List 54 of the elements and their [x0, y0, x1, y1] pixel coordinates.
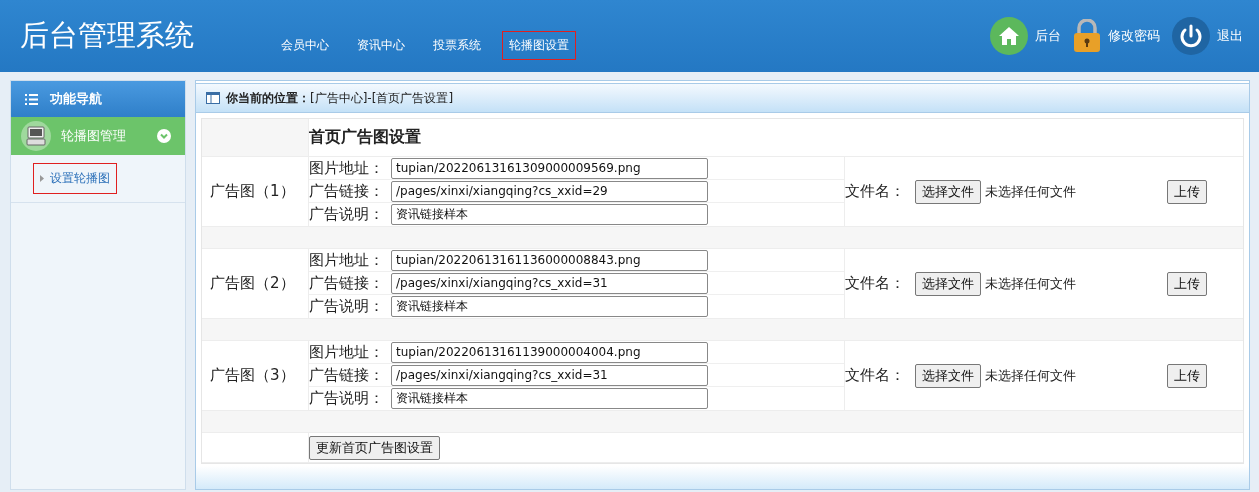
- ad-label: 广告图（3）: [209, 366, 295, 385]
- file-label: 文件名：: [845, 274, 905, 293]
- window-icon: [206, 92, 220, 104]
- text-field[interactable]: 资讯链接样本: [391, 388, 708, 409]
- upload-button[interactable]: 上传: [1167, 363, 1207, 388]
- file-status: 未选择任何文件: [985, 182, 1076, 201]
- text-field[interactable]: tupian/20220613161136000008843.png: [391, 249, 708, 271]
- field-label: 广告说明：: [309, 297, 385, 316]
- field-label: 图片地址：: [309, 250, 385, 270]
- power-icon[interactable]: [1172, 17, 1210, 55]
- header-link[interactable]: 修改密码: [1108, 27, 1160, 45]
- upload-button[interactable]: 上传: [1167, 271, 1207, 296]
- choose-file-button[interactable]: 选择文件: [915, 363, 981, 388]
- field-label: 图片地址：: [309, 158, 385, 178]
- header-link[interactable]: 退出: [1217, 27, 1243, 45]
- text-field[interactable]: /pages/xinxi/xiangqing?cs_xxid=31: [391, 364, 708, 386]
- file-status: 未选择任何文件: [985, 366, 1076, 385]
- site-title: 后台管理系统: [20, 17, 194, 54]
- computer-icon: [21, 121, 51, 151]
- text-field[interactable]: /pages/xinxi/xiangqing?cs_xxid=31: [391, 272, 708, 294]
- file-label: 文件名：: [845, 366, 905, 385]
- file-status: 未选择任何文件: [985, 274, 1076, 293]
- file-label: 文件名：: [845, 182, 905, 201]
- lock-icon[interactable]: [1073, 19, 1101, 53]
- ad-label: 广告图（2）: [209, 274, 295, 293]
- text-field[interactable]: tupian/20220613161139000004004.png: [391, 341, 708, 363]
- field-label: 图片地址：: [309, 342, 385, 362]
- field-label: 广告链接：: [309, 365, 385, 385]
- choose-file-button[interactable]: 选择文件: [915, 179, 981, 204]
- chevron-icon: [157, 129, 171, 143]
- breadcrumb-text: 你当前的位置：[广告中心]-[首页广告设置]: [226, 89, 454, 107]
- field-label: 广告链接：: [309, 273, 385, 293]
- caret-icon: [40, 175, 44, 182]
- text-field[interactable]: tupian/20220613161309000009569.png: [391, 157, 708, 179]
- home-icon[interactable]: [990, 17, 1028, 55]
- ad-label: 广告图（1）: [209, 182, 295, 201]
- upload-button[interactable]: 上传: [1167, 179, 1207, 204]
- field-label: 广告链接：: [309, 181, 385, 201]
- field-label: 广告说明：: [309, 205, 385, 224]
- text-field[interactable]: /pages/xinxi/xiangqing?cs_xxid=29: [391, 180, 708, 202]
- list-icon: [25, 93, 38, 105]
- choose-file-button[interactable]: 选择文件: [915, 271, 981, 296]
- form-title: 首页广告图设置: [309, 126, 421, 148]
- nav-link[interactable]: 轮播图设置: [502, 30, 576, 60]
- nav-link[interactable]: 会员中心: [274, 30, 336, 60]
- sidebar-item[interactable]: 设置轮播图: [33, 163, 117, 194]
- submit-button[interactable]: 更新首页广告图设置: [309, 435, 440, 460]
- text-field[interactable]: 资讯链接样本: [391, 204, 708, 225]
- nav-link[interactable]: 投票系统: [426, 30, 488, 60]
- header-link[interactable]: 后台: [1035, 27, 1061, 45]
- field-label: 广告说明：: [309, 389, 385, 408]
- nav-link[interactable]: 资讯中心: [350, 30, 412, 60]
- text-field[interactable]: 资讯链接样本: [391, 296, 708, 317]
- sidebar-heading-text: 功能导航: [50, 90, 102, 108]
